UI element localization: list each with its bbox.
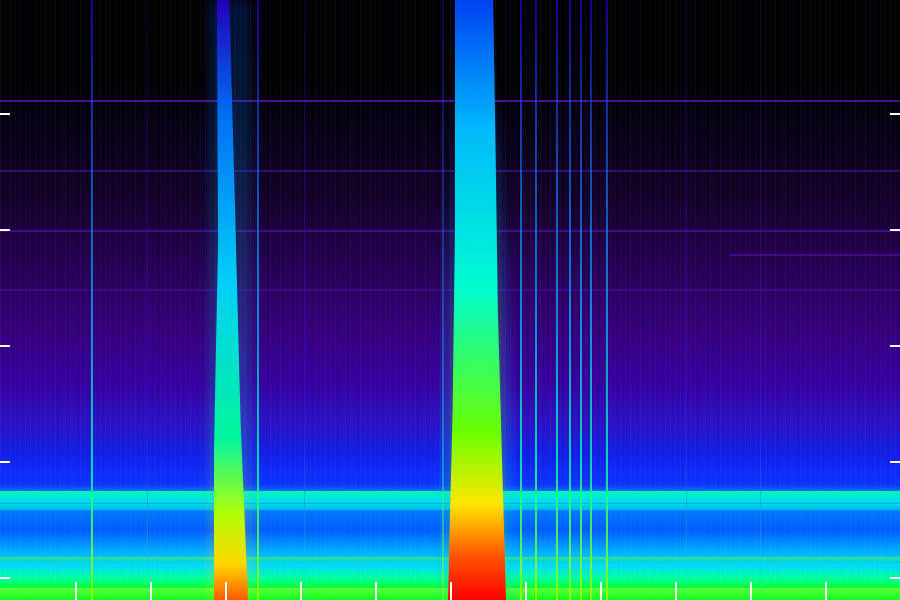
- vertical-signal-line: [580, 0, 582, 600]
- horizontal-interference-line: [0, 230, 900, 232]
- vertical-signal-line: [257, 0, 259, 600]
- vertical-signal-line: [91, 0, 93, 600]
- vertical-signal-column: [448, 0, 506, 600]
- vertical-signal-line: [686, 0, 687, 600]
- y-axis-tick-right: [890, 461, 900, 463]
- x-axis-tick: [675, 582, 677, 600]
- x-axis-tick: [300, 582, 302, 600]
- y-axis-tick-left: [0, 461, 10, 463]
- vertical-signal-line: [760, 0, 761, 600]
- vertical-signal-line: [520, 0, 522, 600]
- vertical-signal-line: [606, 0, 608, 600]
- horizontal-interference-line: [0, 100, 900, 102]
- x-axis-tick: [225, 582, 227, 600]
- y-axis-tick-right: [890, 113, 900, 115]
- spectrogram-background: [0, 0, 900, 600]
- x-axis-tick: [600, 582, 602, 600]
- horizontal-signal-band: [0, 504, 900, 510]
- horizontal-signal-band: [0, 557, 900, 561]
- vertical-signal-line: [304, 0, 305, 600]
- spectrogram-noise: [0, 0, 900, 600]
- vertical-signal-line: [569, 0, 571, 600]
- vertical-signal-glow: [209, 0, 251, 600]
- vertical-signal-line: [442, 0, 444, 600]
- horizontal-signal-band: [0, 588, 900, 600]
- y-axis-tick-right: [890, 577, 900, 579]
- x-axis-tick: [75, 582, 77, 600]
- x-axis-tick: [150, 582, 152, 600]
- vertical-signal-line: [590, 0, 592, 600]
- horizontal-interference-line: [730, 254, 900, 256]
- spectrogram-canvas: [0, 0, 900, 600]
- y-axis-tick-left: [0, 345, 10, 347]
- y-axis-tick-left: [0, 113, 10, 115]
- x-axis-tick: [750, 582, 752, 600]
- y-axis-tick-right: [890, 345, 900, 347]
- y-axis-tick-left: [0, 229, 10, 231]
- x-axis-tick: [825, 582, 827, 600]
- x-axis-tick: [450, 582, 452, 600]
- x-axis-tick: [375, 582, 377, 600]
- y-axis-tick-right: [890, 229, 900, 231]
- y-axis-tick-left: [0, 577, 10, 579]
- horizontal-interference-line: [0, 170, 900, 172]
- x-axis-tick: [525, 582, 527, 600]
- vertical-signal-glow: [436, 0, 518, 600]
- vertical-signal-line: [556, 0, 558, 600]
- horizontal-signal-band: [0, 491, 900, 503]
- horizontal-interference-line: [0, 289, 900, 291]
- vertical-signal-line: [147, 0, 148, 600]
- vertical-signal-column: [214, 0, 248, 600]
- vertical-signal-line: [535, 0, 537, 600]
